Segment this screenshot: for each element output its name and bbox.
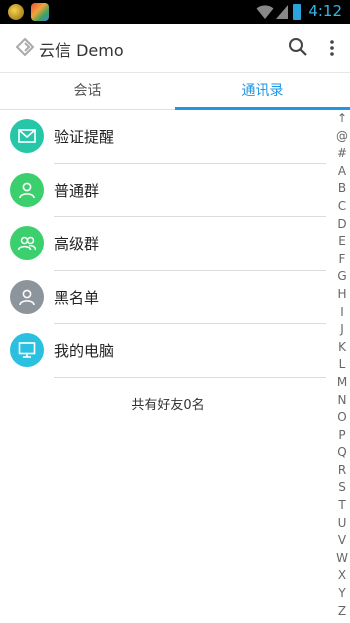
envelope-icon <box>18 129 36 143</box>
index-letter[interactable]: V <box>334 532 350 550</box>
index-letter[interactable]: U <box>334 515 350 533</box>
list-item-normal-group[interactable]: 普通群 <box>0 164 326 217</box>
status-bar: 4:12 <box>0 0 350 24</box>
signal-icon <box>276 5 288 19</box>
index-letter[interactable]: H <box>334 286 350 304</box>
index-letter[interactable]: D <box>334 216 350 234</box>
index-letter[interactable]: K <box>334 339 350 357</box>
index-letter[interactable]: @ <box>334 128 350 146</box>
index-letter[interactable]: Z <box>334 603 350 621</box>
list-item-label: 验证提醒 <box>54 128 115 146</box>
index-letter[interactable]: F <box>334 251 350 269</box>
list-item-my-computer[interactable]: 我的电脑 <box>0 324 326 378</box>
index-letter[interactable]: E <box>334 233 350 251</box>
person-icon <box>19 182 35 198</box>
alphabet-index-bar[interactable]: ↑ @ # A B C D E F G H I J K L M N O P Q R S T U V W X Y Z <box>334 110 350 620</box>
index-letter[interactable]: A <box>334 163 350 181</box>
more-vert-icon[interactable] <box>325 38 339 58</box>
tab-sessions[interactable]: 会话 <box>0 73 175 110</box>
index-letter[interactable]: J <box>334 321 350 339</box>
index-letter[interactable]: I <box>334 304 350 322</box>
battery-icon <box>293 4 301 20</box>
list-item-label: 普通群 <box>54 181 100 200</box>
person-icon <box>19 289 35 305</box>
tab-bar: 会话 通讯录 <box>0 72 350 110</box>
list-item-label: 高级群 <box>54 235 100 253</box>
index-letter[interactable]: T <box>334 497 350 515</box>
avatar <box>10 333 44 367</box>
avatar <box>10 119 44 153</box>
index-letter[interactable]: S <box>334 479 350 497</box>
index-letter[interactable]: W <box>334 550 350 568</box>
index-letter[interactable]: X <box>334 567 350 585</box>
wifi-icon <box>256 5 274 19</box>
list-item-label: 黑名单 <box>54 288 100 307</box>
index-letter[interactable]: N <box>334 392 350 410</box>
avatar <box>10 279 44 314</box>
notification-app-icon <box>31 3 49 21</box>
index-letter[interactable]: M <box>334 374 350 392</box>
contact-list: 验证提醒 普通群 高级群 黑名单 我的电脑 <box>0 110 326 378</box>
index-letter[interactable]: L <box>334 356 350 374</box>
avatar <box>10 172 44 207</box>
index-letter[interactable]: G <box>334 268 350 286</box>
notification-app-icon <box>8 4 24 20</box>
index-letter[interactable]: C <box>334 198 350 216</box>
monitor-icon <box>18 342 36 358</box>
index-letter[interactable]: Q <box>334 444 350 462</box>
index-letter[interactable]: Y <box>334 585 350 603</box>
list-item-verification[interactable]: 验证提醒 <box>0 110 326 164</box>
tab-contacts[interactable]: 通讯录 <box>175 73 350 110</box>
app-bar: 云信 Demo <box>0 24 350 72</box>
friend-count: 共有好友0名 <box>131 398 205 413</box>
index-letter[interactable]: # <box>334 145 350 163</box>
avatar <box>10 226 44 260</box>
status-time: 4:12 <box>308 2 342 20</box>
index-letter[interactable]: R <box>334 462 350 480</box>
index-letter[interactable]: P <box>334 427 350 445</box>
divider <box>54 376 326 378</box>
list-item-blacklist[interactable]: 黑名单 <box>0 271 326 324</box>
yunxin-logo-icon <box>16 38 34 56</box>
index-letter[interactable]: O <box>334 409 350 427</box>
search-icon[interactable] <box>288 37 308 57</box>
list-item-advanced-group[interactable]: 高级群 <box>0 217 326 271</box>
group-icon <box>18 236 36 251</box>
app-title: 云信 Demo <box>39 41 124 60</box>
index-letter[interactable]: B <box>334 180 350 198</box>
list-item-label: 我的电脑 <box>54 342 115 360</box>
index-letter[interactable]: ↑ <box>334 110 350 128</box>
